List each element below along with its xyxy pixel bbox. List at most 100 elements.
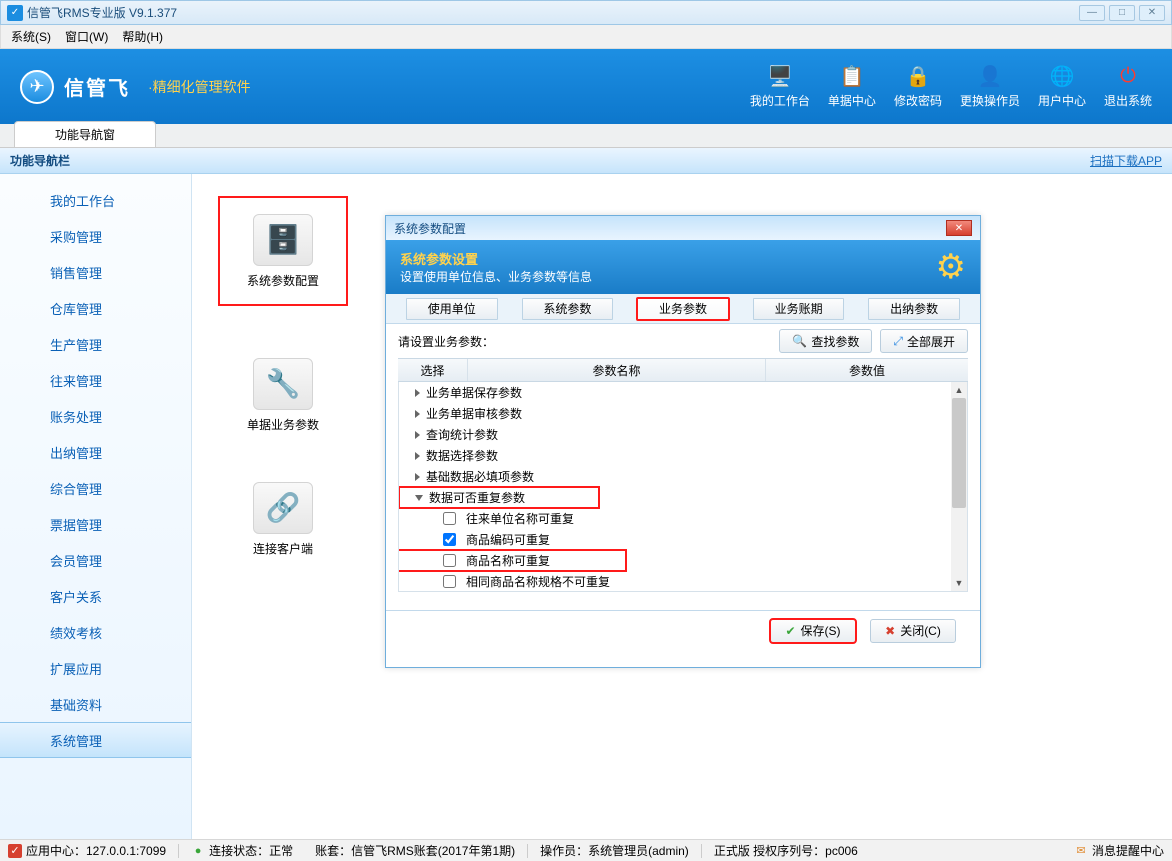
tab-unit[interactable]: 使用单位: [406, 298, 498, 320]
tab-business-params[interactable]: 业务参数: [637, 298, 729, 320]
banner-item-exit[interactable]: ⏻退出系统: [1104, 64, 1152, 109]
banner-toolbar: 🖥️我的工作台 📋单据中心 🔒修改密码 👤更换操作员 🌐用户中心 ⏻退出系统: [750, 64, 1152, 109]
user-icon: 👤: [976, 64, 1004, 88]
dialog-title: 系统参数配置: [394, 220, 466, 237]
toolbar-label: 请设置业务参数：: [398, 333, 494, 350]
find-param-button[interactable]: 🔍查找参数: [779, 329, 872, 353]
banner-item-document-center[interactable]: 📋单据中心: [828, 64, 876, 109]
search-icon: 🔍: [792, 334, 807, 348]
menu-help[interactable]: 帮助(H): [122, 28, 163, 45]
app-center-icon: ✓: [8, 844, 22, 858]
dialog-banner-title: 系统参数设置: [400, 249, 936, 268]
col-value: 参数值: [766, 359, 968, 381]
scroll-up-icon[interactable]: ▲: [951, 382, 967, 398]
shortcut-system-params[interactable]: 🗄️ 系统参数配置: [218, 196, 348, 306]
sidebar-item-accounting[interactable]: 账务处理: [0, 398, 191, 434]
dialog-titlebar: 系统参数配置 ✕: [386, 216, 980, 240]
window-buttons: — □ ✕: [1079, 5, 1165, 21]
logo: ✈ 信管飞 ·精细化管理软件: [20, 70, 251, 104]
grid-header: 选择 参数名称 参数值: [398, 358, 968, 382]
sidebar-item-extensions[interactable]: 扩展应用: [0, 650, 191, 686]
sidebar-item-purchase[interactable]: 采购管理: [0, 218, 191, 254]
menubar: 系统(S) 窗口(W) 帮助(H): [0, 25, 1172, 49]
sidebar-item-workbench[interactable]: 我的工作台: [0, 182, 191, 218]
sidebar-item-members[interactable]: 会员管理: [0, 542, 191, 578]
scroll-down-icon[interactable]: ▼: [951, 575, 967, 591]
menu-window[interactable]: 窗口(W): [65, 28, 108, 45]
param-product-code-dup[interactable]: 商品编码可重复: [399, 529, 967, 550]
banner: ✈ 信管飞 ·精细化管理软件 🖥️我的工作台 📋单据中心 🔒修改密码 👤更换操作…: [0, 49, 1172, 124]
banner-item-workbench[interactable]: 🖥️我的工作台: [750, 64, 810, 109]
dialog-system-params: 系统参数配置 ✕ 系统参数设置 设置使用单位信息、业务参数等信息 ⚙ 使用单位 …: [385, 215, 981, 668]
status-bar: ✓ 应用中心：127.0.0.1:7099 ● 连接状态：正常 账套：信管飞RM…: [0, 839, 1172, 861]
network-icon: 🔗: [253, 482, 313, 534]
group-save-params[interactable]: 业务单据保存参数: [399, 382, 967, 403]
sidebar-item-crm[interactable]: 客户关系: [0, 578, 191, 614]
sidebar-item-basedata[interactable]: 基础资料: [0, 686, 191, 722]
dialog-banner: 系统参数设置 设置使用单位信息、业务参数等信息 ⚙: [386, 240, 980, 294]
param-same-name-spec[interactable]: 相同商品名称规格不可重复: [399, 571, 967, 592]
shortcut-document-params[interactable]: 🔧 单据业务参数: [218, 340, 348, 450]
expand-icon: ⤢: [893, 334, 903, 349]
list-icon: 📋: [838, 64, 866, 88]
scroll-thumb[interactable]: [952, 398, 966, 508]
wrench-icon: 🔧: [253, 358, 313, 410]
param-product-name-dup[interactable]: 商品名称可重复: [398, 550, 626, 571]
checkbox-product-name[interactable]: [443, 554, 456, 567]
tab-nav-window[interactable]: 功能导航窗: [14, 121, 156, 147]
group-required-params[interactable]: 基础数据必填项参数: [399, 466, 967, 487]
sidebar-item-sales[interactable]: 销售管理: [0, 254, 191, 290]
checkbox-vendor-name[interactable]: [443, 512, 456, 525]
dialog-footer: ✔保存(S) ✖关闭(C): [386, 610, 980, 650]
app-icon: ✓: [7, 5, 23, 21]
param-vendor-name-dup[interactable]: 往来单位名称可重复: [399, 508, 967, 529]
group-query-params[interactable]: 查询统计参数: [399, 424, 967, 445]
checkbox-same-name-spec[interactable]: [443, 575, 456, 588]
tab-system-params[interactable]: 系统参数: [522, 298, 614, 320]
grid-body: 业务单据保存参数 业务单据审核参数 查询统计参数 数据选择参数 基础数据必填项参…: [398, 382, 968, 592]
check-icon: ✔: [785, 624, 795, 638]
tab-cashier-params[interactable]: 出纳参数: [868, 298, 960, 320]
logo-text: 信管飞: [64, 72, 130, 101]
status-license: 正式版 授权序列号：pc006: [714, 842, 858, 859]
col-select: 选择: [398, 359, 468, 381]
banner-item-change-password[interactable]: 🔒修改密码: [894, 64, 942, 109]
logo-icon: ✈: [20, 70, 54, 104]
status-operator: 操作员：系统管理员(admin): [540, 842, 689, 859]
banner-item-switch-user[interactable]: 👤更换操作员: [960, 64, 1020, 109]
close-icon: ✖: [885, 624, 895, 638]
expand-all-button[interactable]: ⤢全部展开: [880, 329, 968, 353]
group-duplicate-params[interactable]: 数据可否重复参数: [399, 487, 599, 508]
sidebar-item-warehouse[interactable]: 仓库管理: [0, 290, 191, 326]
sidebar-item-performance[interactable]: 绩效考核: [0, 614, 191, 650]
sidebar-item-general[interactable]: 综合管理: [0, 470, 191, 506]
monitor-icon: 🖥️: [766, 64, 794, 88]
shortcut-connect-client[interactable]: 🔗 连接客户端: [218, 464, 348, 574]
status-account: 账套：信管飞RMS账套(2017年第1期): [315, 842, 515, 859]
sidebar-item-system-manage[interactable]: 系统管理: [0, 722, 191, 758]
dialog-banner-sub: 设置使用单位信息、业务参数等信息: [400, 268, 936, 285]
minimize-button[interactable]: —: [1079, 5, 1105, 21]
checkbox-product-code[interactable]: [443, 533, 456, 546]
close-button[interactable]: ✕: [1139, 5, 1165, 21]
banner-item-user-center[interactable]: 🌐用户中心: [1038, 64, 1086, 109]
group-select-params[interactable]: 数据选择参数: [399, 445, 967, 466]
close-dialog-button[interactable]: ✖关闭(C): [870, 619, 956, 643]
scrollbar[interactable]: ▲ ▼: [951, 382, 967, 591]
sidebar-item-cashier[interactable]: 出纳管理: [0, 434, 191, 470]
connection-icon: ●: [191, 844, 205, 858]
status-notify[interactable]: 消息提醒中心: [1092, 842, 1164, 859]
sidebar-item-receivables[interactable]: 往来管理: [0, 362, 191, 398]
save-button[interactable]: ✔保存(S): [770, 619, 856, 643]
sidebar-item-production[interactable]: 生产管理: [0, 326, 191, 362]
dialog-toolbar: 请设置业务参数： 🔍查找参数 ⤢全部展开: [386, 324, 980, 358]
sidebar-item-bills[interactable]: 票据管理: [0, 506, 191, 542]
col-name: 参数名称: [468, 359, 766, 381]
maximize-button[interactable]: □: [1109, 5, 1135, 21]
dialog-close-button[interactable]: ✕: [946, 220, 972, 236]
tab-period[interactable]: 业务账期: [753, 298, 845, 320]
menu-system[interactable]: 系统(S): [11, 28, 51, 45]
scan-download-link[interactable]: 扫描下载APP: [1090, 152, 1162, 169]
group-audit-params[interactable]: 业务单据审核参数: [399, 403, 967, 424]
status-connection: 连接状态：正常: [209, 842, 293, 859]
